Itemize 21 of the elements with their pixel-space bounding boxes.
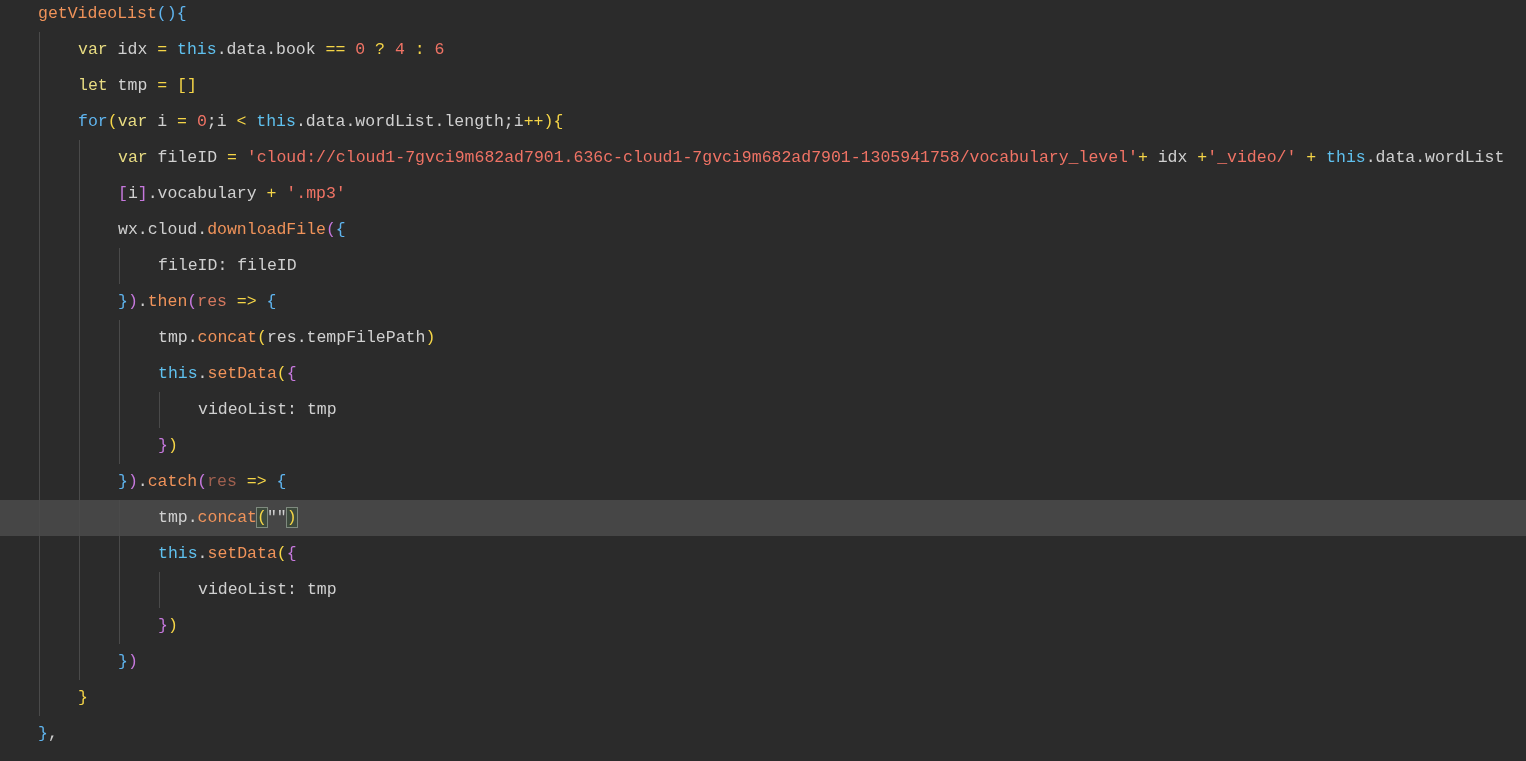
code-line: videoList: tmp: [198, 580, 337, 600]
code-line: tmp.concat(""): [158, 508, 297, 528]
code-line: tmp.concat(res.tempFilePath): [158, 328, 436, 348]
code-line: wx.cloud.downloadFile({: [118, 220, 346, 240]
code-line: for(var i = 0;i < this.data.wordList.length;i++){: [78, 112, 564, 132]
code-line: [i].vocabulary + '.mp3': [118, 184, 346, 204]
code-line: }).catch(res => {: [118, 472, 287, 492]
code-line: },: [38, 724, 58, 744]
code-line: fileID: fileID: [158, 256, 297, 276]
code-line: }): [118, 652, 138, 672]
code-line: }): [158, 436, 178, 456]
code-line: }: [78, 688, 88, 708]
code-line: getVideoList(){: [38, 4, 187, 24]
code-line: var fileID = 'cloud://cloud1-7gvci9m682ad7901.636c-cloud1-7gvci9m682ad7901-1305941758/vocabulary_level'+ idx +'_video/' + this.data.wordList: [118, 148, 1505, 168]
code-line: this.setData({: [158, 364, 297, 384]
code-line: }): [158, 616, 178, 636]
code-line: this.setData({: [158, 544, 297, 564]
code-line: videoList: tmp: [198, 400, 337, 420]
code-line: let tmp = []: [78, 76, 197, 96]
code-line: var idx = this.data.book == 0 ? 4 : 6: [78, 40, 445, 60]
code-line: }).then(res => {: [118, 292, 277, 312]
